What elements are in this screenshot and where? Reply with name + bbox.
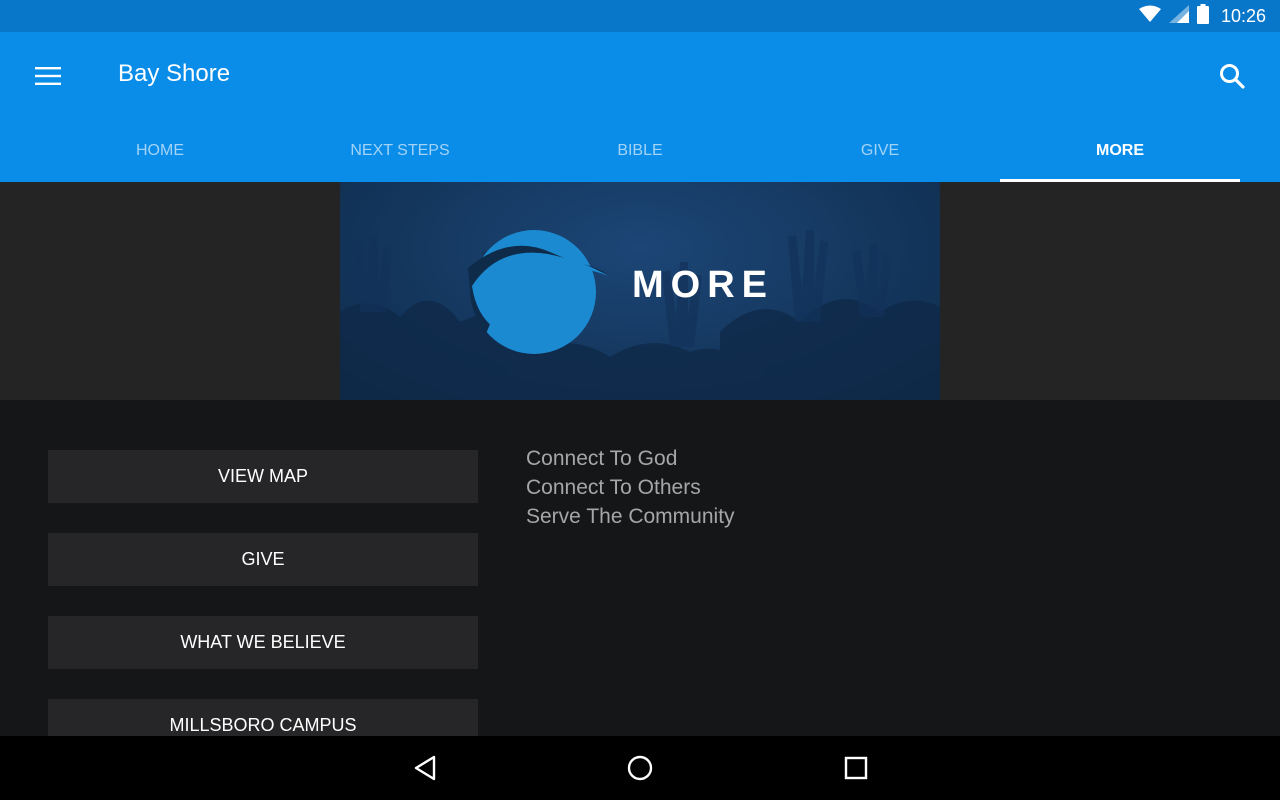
status-time: 10:26 xyxy=(1220,5,1266,26)
search-icon[interactable] xyxy=(1214,58,1250,94)
link-connect-to-god[interactable]: Connect To God xyxy=(526,444,735,473)
church-logo xyxy=(468,230,608,354)
link-connect-to-others[interactable]: Connect To Others xyxy=(526,473,735,502)
banner-strip: MORE xyxy=(0,182,1280,400)
battery-icon xyxy=(1196,3,1209,29)
tab-more[interactable]: MORE xyxy=(1000,120,1240,182)
signal-icon xyxy=(1168,4,1189,28)
wifi-icon xyxy=(1138,5,1161,28)
status-icons: 10:26 xyxy=(1138,0,1266,32)
back-icon[interactable] xyxy=(405,750,445,786)
button-list: VIEW MAP GIVE WHAT WE BELIEVE MILLSBORO … xyxy=(48,450,478,736)
link-list: Connect To God Connect To Others Serve T… xyxy=(526,444,735,531)
home-icon[interactable] xyxy=(620,750,660,786)
system-nav-bar xyxy=(0,736,1280,800)
hamburger-menu-icon[interactable] xyxy=(28,58,68,94)
tab-home[interactable]: HOME xyxy=(40,120,280,182)
tab-bible[interactable]: BIBLE xyxy=(520,120,760,182)
tab-bar: HOME NEXT STEPS BIBLE GIVE MORE xyxy=(40,120,1240,182)
more-banner: MORE xyxy=(340,182,940,400)
what-we-believe-button[interactable]: WHAT WE BELIEVE xyxy=(48,616,478,669)
tab-give[interactable]: GIVE xyxy=(760,120,1000,182)
app-title: Bay Shore xyxy=(118,60,231,87)
content-area: VIEW MAP GIVE WHAT WE BELIEVE MILLSBORO … xyxy=(0,400,1280,736)
status-bar: 10:26 xyxy=(0,0,1280,32)
banner-title: MORE xyxy=(632,264,774,306)
give-button[interactable]: GIVE xyxy=(48,533,478,586)
view-map-button[interactable]: VIEW MAP xyxy=(48,450,478,503)
app-bar: Bay Shore HOME NEXT STEPS BIBLE GIVE MOR… xyxy=(0,32,1280,182)
recents-icon[interactable] xyxy=(836,750,876,786)
link-serve-the-community[interactable]: Serve The Community xyxy=(526,502,735,531)
tab-next-steps[interactable]: NEXT STEPS xyxy=(280,120,520,182)
millsboro-campus-button[interactable]: MILLSBORO CAMPUS xyxy=(48,699,478,736)
